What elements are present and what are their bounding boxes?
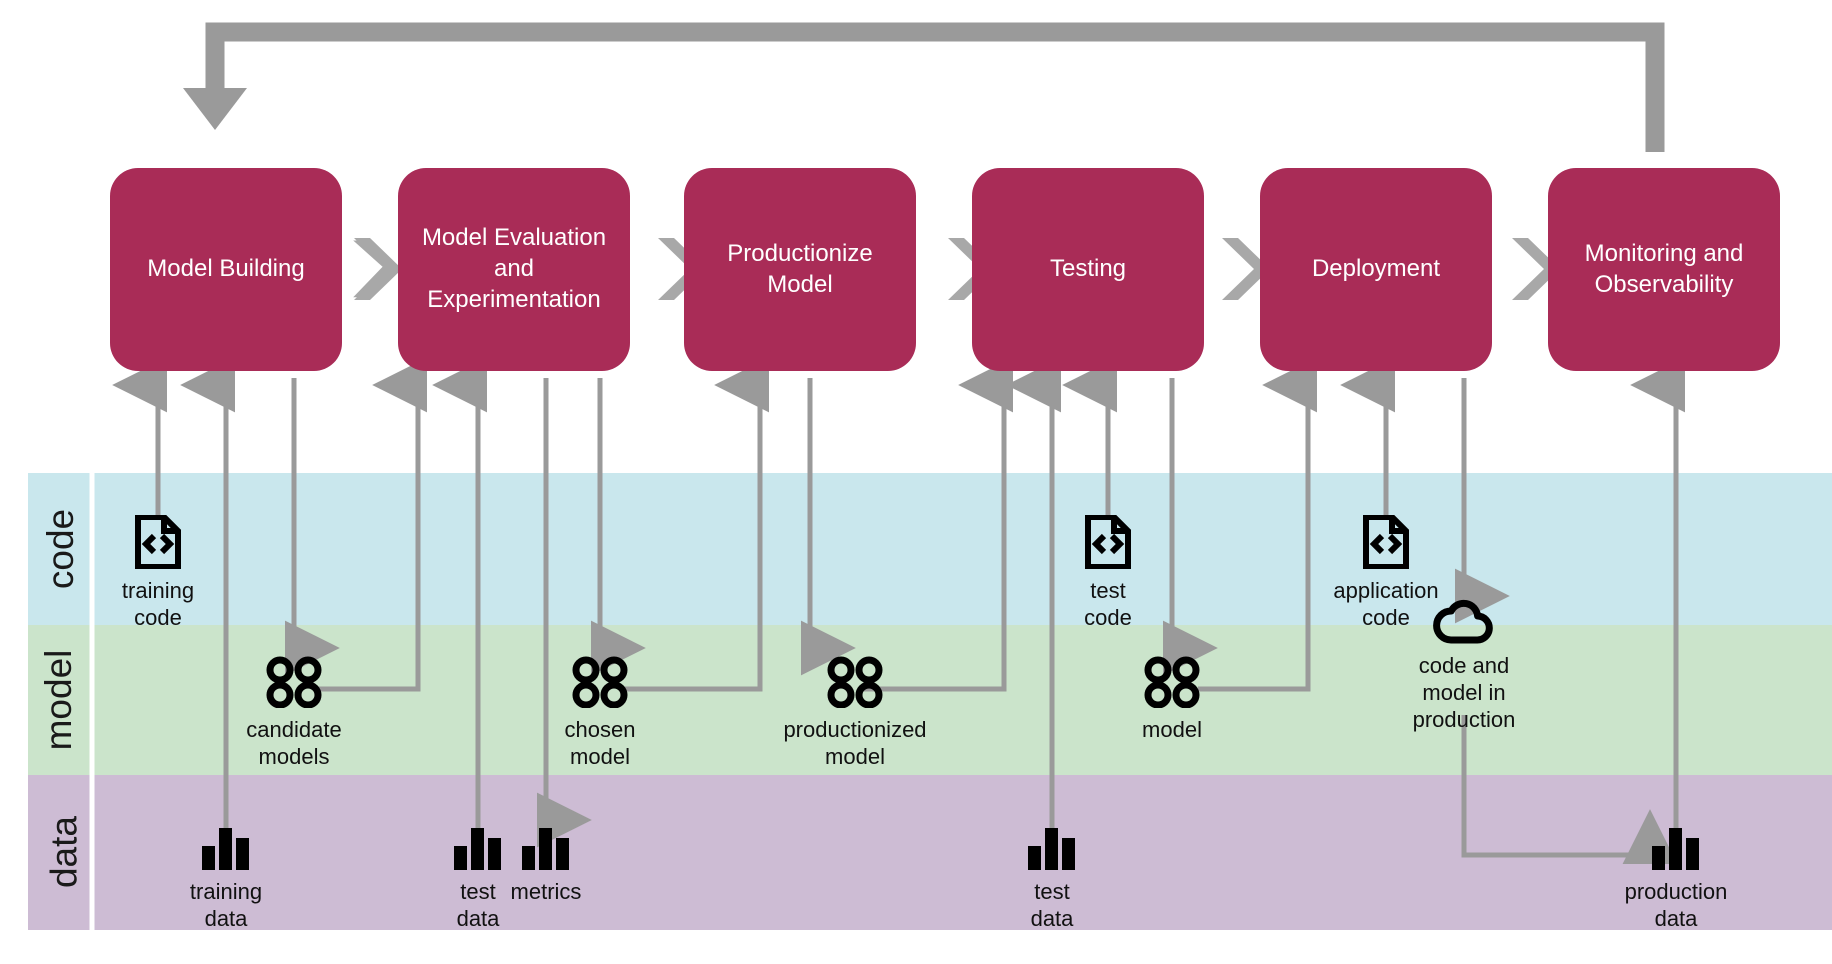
band-label-text: model xyxy=(38,649,79,751)
stage-label: Productionize Model xyxy=(727,239,873,298)
artifact-label: training data xyxy=(189,879,263,931)
stage-box-testing[interactable]: Testing xyxy=(972,168,1204,371)
artifact-chosen-model[interactable]: chosen model xyxy=(505,656,695,771)
artifact-label: chosen model xyxy=(564,717,636,769)
cloud-icon xyxy=(1433,598,1495,649)
artifact-production-data[interactable]: production data xyxy=(1581,824,1771,933)
artifact-candidate-models[interactable]: candidate models xyxy=(199,656,389,771)
artifact-label: model xyxy=(1142,717,1202,742)
chevron-separators-layer xyxy=(353,238,1560,300)
band-label-data: data xyxy=(44,775,86,930)
artifact-label: candidate models xyxy=(246,717,342,769)
bar-chart-icon xyxy=(1024,824,1080,875)
artifact-training-code[interactable]: training code xyxy=(63,514,253,632)
bar-chart-icon xyxy=(198,824,254,875)
bar-chart-icon xyxy=(1648,824,1704,875)
stage-box-deployment[interactable]: Deployment xyxy=(1260,168,1492,371)
code-file-icon xyxy=(1084,514,1132,574)
stage-box-model-building[interactable]: Model Building xyxy=(110,168,342,371)
bar-chart-icon xyxy=(518,824,574,875)
stage-label: Deployment xyxy=(1311,255,1441,283)
stage-label: Monitoring and Observability xyxy=(1584,239,1744,298)
band-label-model: model xyxy=(38,625,80,775)
model-dots-icon xyxy=(1143,656,1201,713)
artifact-test-code[interactable]: test code xyxy=(1013,514,1203,632)
artifact-label: metrics xyxy=(510,879,582,904)
model-dots-icon xyxy=(265,656,323,713)
stage-label: Model Evaluation and Experimentation xyxy=(421,224,607,313)
artifact-label: production data xyxy=(1624,879,1728,931)
stage-label: Testing xyxy=(1049,255,1127,283)
artifact-training-data[interactable]: training data xyxy=(131,824,321,933)
diagram-canvas: Model Building Model Evaluation and Expe… xyxy=(0,0,1832,964)
artifact-label: test data xyxy=(1030,879,1074,931)
artifact-test-data-testing[interactable]: test data xyxy=(957,824,1147,933)
model-dots-icon xyxy=(571,656,629,713)
artifact-metrics[interactable]: metrics xyxy=(451,824,641,906)
stage-box-monitoring-observability[interactable]: Monitoring and Observability xyxy=(1548,168,1780,371)
code-file-icon xyxy=(1362,514,1410,574)
artifact-label: code and model in production xyxy=(1412,653,1516,732)
artifact-model[interactable]: model xyxy=(1077,656,1267,744)
artifact-productionized-model[interactable]: productionized model xyxy=(760,656,950,771)
stage-box-model-evaluation[interactable]: Model Evaluation and Experimentation xyxy=(398,168,630,371)
artifact-label: training code xyxy=(121,578,195,630)
artifact-label: test code xyxy=(1084,578,1132,630)
model-dots-icon xyxy=(826,656,884,713)
band-label-text: data xyxy=(43,816,85,889)
stage-label: Model Building xyxy=(147,255,305,283)
artifact-code-and-model-in-production[interactable]: code and model in production xyxy=(1369,598,1559,733)
stage-box-productionize-model[interactable]: Productionize Model xyxy=(684,168,916,371)
code-file-icon xyxy=(134,514,182,574)
artifact-label: productionized model xyxy=(783,717,927,769)
